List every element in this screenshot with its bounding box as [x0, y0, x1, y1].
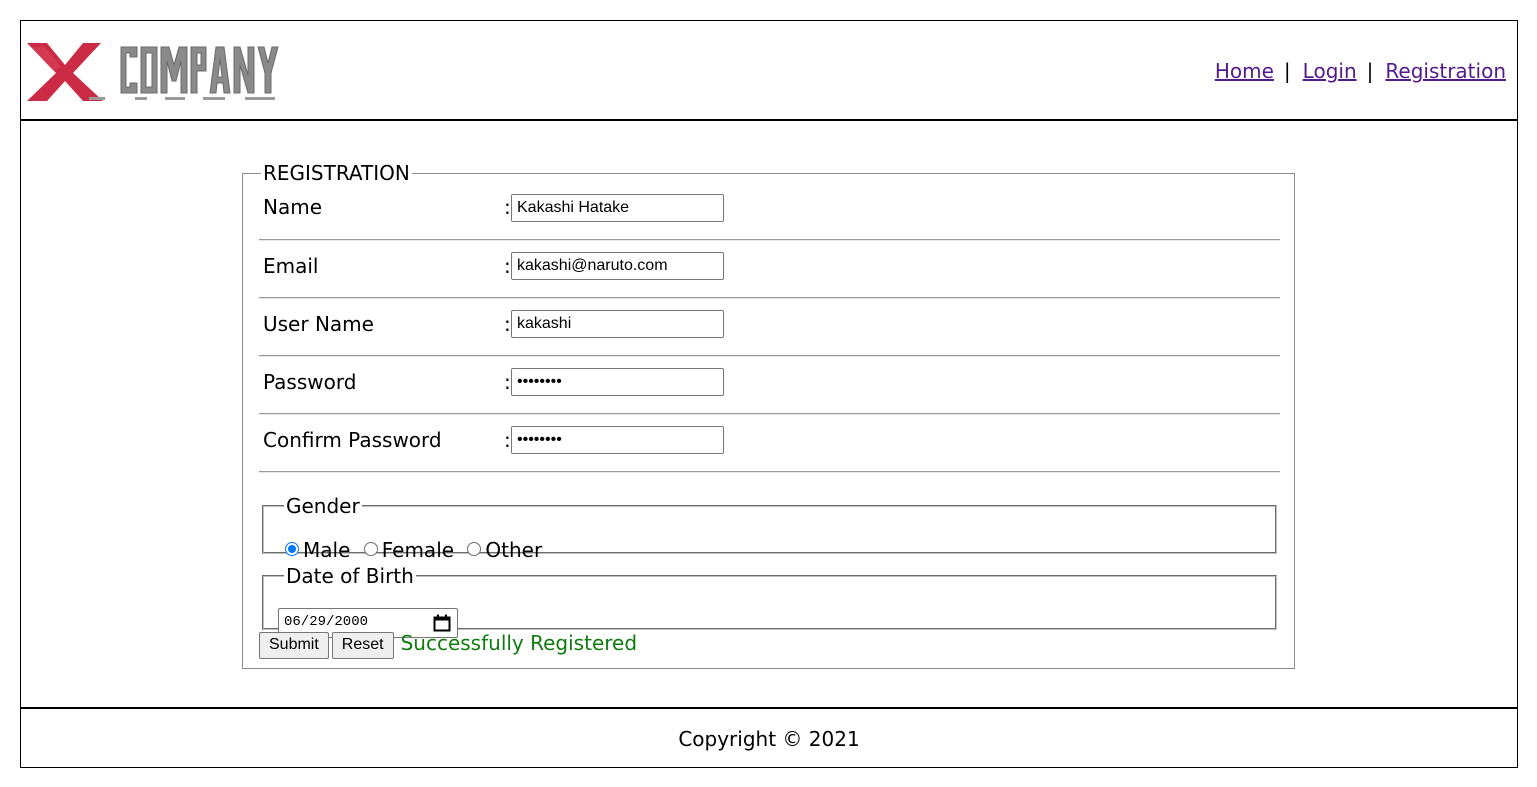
form-row-email: Email :	[259, 240, 1280, 298]
page-frame: Home | Login | Registration REGISTRATION Nam…	[20, 20, 1518, 768]
logo-image	[27, 43, 279, 101]
email-label: Email	[263, 254, 319, 278]
gender-options: Male Female Other	[285, 538, 549, 562]
gender-option-female[interactable]: Female	[363, 538, 455, 562]
form-row-confirm-password: Confirm Password :	[259, 414, 1280, 472]
gender-option-other[interactable]: Other	[467, 538, 542, 562]
username-input[interactable]	[511, 310, 724, 338]
submit-button[interactable]: Submit	[259, 632, 329, 659]
registration-form: REGISTRATION Name : Email : User Name : …	[242, 161, 1295, 669]
status-message: Successfully Registered	[400, 631, 638, 655]
password-input[interactable]	[511, 368, 724, 396]
nav-separator: |	[1366, 59, 1374, 83]
email-input[interactable]	[511, 252, 724, 280]
radio-unchecked-icon[interactable]	[467, 542, 482, 556]
form-actions: Submit Reset Successfully Registered	[259, 631, 1280, 662]
gender-option-male[interactable]: Male	[285, 538, 350, 562]
confirm-password-input[interactable]	[511, 426, 724, 454]
confirm-password-label: Confirm Password	[263, 428, 442, 452]
dob-value: 06/29/2000	[284, 614, 369, 630]
gender-option-label: Male	[303, 538, 351, 562]
colon: :	[504, 312, 511, 336]
copyright-text: Copyright © 2021	[678, 727, 860, 751]
main-content: REGISTRATION Name : Email : User Name : …	[21, 121, 1517, 707]
reset-button[interactable]: Reset	[331, 632, 394, 659]
radio-checked-icon[interactable]	[285, 542, 299, 556]
radio-unchecked-icon[interactable]	[363, 542, 378, 556]
gender-option-label: Other	[485, 538, 543, 562]
gender-legend: Gender	[286, 494, 360, 518]
colon: :	[504, 428, 511, 452]
username-label: User Name	[263, 312, 374, 336]
site-footer: Copyright © 2021	[21, 707, 1517, 767]
form-row-name: Name :	[259, 185, 1280, 240]
dob-fieldset: Date of Birth 06/29/2000	[262, 564, 1277, 638]
dob-legend: Date of Birth	[286, 564, 414, 588]
nav-login-link[interactable]: Login	[1303, 59, 1357, 83]
password-label: Password	[263, 370, 357, 394]
form-row-username: User Name :	[259, 298, 1280, 356]
form-row-password: Password :	[259, 356, 1280, 414]
company-logo[interactable]	[25, 41, 285, 103]
name-input[interactable]	[511, 194, 724, 222]
registration-legend: REGISTRATION	[263, 161, 410, 185]
site-header: Home | Login | Registration	[21, 21, 1517, 121]
colon: :	[504, 370, 511, 394]
nav-home-link[interactable]: Home	[1215, 59, 1274, 83]
nav-registration-link[interactable]: Registration	[1385, 59, 1506, 83]
name-label: Name	[263, 195, 323, 219]
gender-fieldset: Gender Male Female Other	[262, 494, 1277, 562]
top-nav: Home | Login | Registration	[1215, 59, 1506, 83]
nav-separator: |	[1283, 59, 1291, 83]
colon: :	[504, 195, 511, 219]
gender-option-label: Female	[381, 538, 455, 562]
colon: :	[504, 254, 511, 278]
